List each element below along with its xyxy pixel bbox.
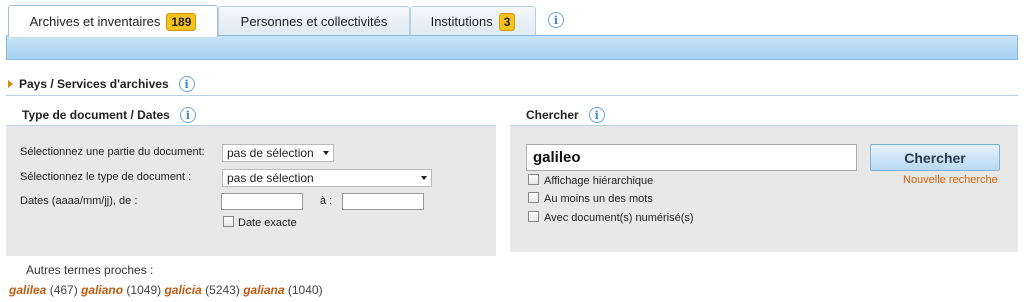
tab-personnes-label: Personnes et collectivités [240, 14, 388, 29]
tab-personnes[interactable]: Personnes et collectivités [218, 6, 410, 36]
search-panel-header: Chercher i [526, 107, 605, 123]
related-term-count: (467) [49, 283, 78, 297]
related-term-link[interactable]: galicia [164, 283, 201, 297]
type-label: Sélectionnez le type de document : [20, 171, 192, 183]
divider [6, 95, 1018, 96]
type-panel-title: Type de document / Dates [22, 108, 170, 122]
tab-archives-label: Archives et inventaires [29, 14, 161, 29]
related-term-count: (5243) [205, 283, 240, 297]
related-term-link[interactable]: galilea [9, 283, 46, 297]
dates-label: Dates (aaaa/mm/jj), de : [20, 195, 138, 207]
related-terms-label: Autres termes proches : [26, 263, 154, 277]
pays-section-toggle[interactable]: Pays / Services d'archives i [8, 76, 195, 92]
un-des-mots-checkbox[interactable] [528, 192, 539, 203]
info-icon[interactable]: i [548, 12, 564, 28]
search-panel: galileo Chercher Nouvelle recherche Affi… [510, 126, 1018, 252]
tab-institutions-label: Institutions [430, 14, 493, 29]
tab-content-bar [6, 35, 1018, 60]
expand-arrow-icon [8, 80, 13, 88]
new-search-link[interactable]: Nouvelle recherche [903, 174, 998, 186]
tab-strip: Archives et inventaires 189 Personnes et… [0, 0, 1024, 37]
tab-archives-count-badge: 189 [166, 12, 197, 31]
partie-label: Sélectionnez une partie du document: [20, 146, 205, 158]
chevron-down-icon [323, 151, 329, 155]
type-select-value: pas de sélection [227, 171, 314, 185]
info-icon[interactable]: i [178, 76, 195, 92]
date-to-input[interactable] [342, 193, 424, 210]
hierarchique-label: Affichage hiérarchique [544, 175, 654, 187]
search-button[interactable]: Chercher [870, 144, 1000, 171]
tab-institutions-count-badge: 3 [498, 12, 516, 31]
related-term-link[interactable]: galiana [243, 283, 284, 297]
chevron-down-icon [421, 176, 427, 180]
search-input[interactable]: galileo [526, 144, 857, 171]
related-term-count: (1049) [126, 283, 162, 297]
type-select[interactable]: pas de sélection [222, 169, 432, 187]
partie-select-value: pas de sélection [227, 146, 314, 160]
type-document-panel: Sélectionnez une partie du document: pas… [6, 126, 496, 256]
info-icon[interactable]: i [588, 107, 605, 123]
info-icon[interactable]: i [179, 107, 196, 123]
numerise-label: Avec document(s) numérisé(s) [544, 212, 694, 224]
related-term-link[interactable]: galiano [81, 283, 123, 297]
tab-institutions[interactable]: Institutions 3 [410, 6, 536, 36]
partie-select[interactable]: pas de sélection [222, 144, 334, 162]
date-to-label: à : [320, 195, 333, 207]
hierarchique-checkbox[interactable] [528, 174, 539, 185]
date-exacte-checkbox[interactable] [223, 216, 234, 227]
date-from-input[interactable] [221, 193, 303, 210]
tab-archives[interactable]: Archives et inventaires 189 [8, 5, 218, 37]
related-terms-list: galilea (467) galiano (1049) galicia (52… [9, 283, 323, 297]
date-exacte-label: Date exacte [238, 217, 297, 229]
pays-label: Pays / Services d'archives [19, 77, 169, 91]
search-panel-title: Chercher [526, 108, 579, 122]
related-term-count: (1040) [287, 283, 323, 297]
type-panel-header: Type de document / Dates i [22, 107, 196, 123]
numerise-checkbox[interactable] [528, 211, 539, 222]
un-des-mots-label: Au moins un des mots [544, 193, 653, 205]
